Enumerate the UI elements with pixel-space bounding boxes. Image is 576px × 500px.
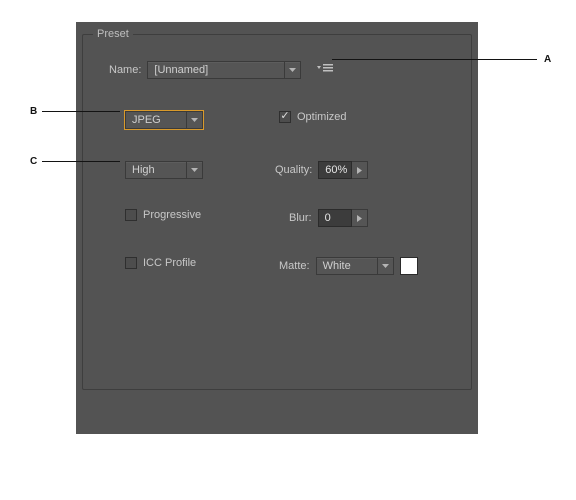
matte-row: Matte: White <box>279 257 418 275</box>
progressive-label: Progressive <box>143 209 201 221</box>
blur-label: Blur: <box>289 212 312 224</box>
format-value: JPEG <box>126 114 186 126</box>
icc-label: ICC Profile <box>143 257 196 269</box>
matte-value: White <box>317 260 377 272</box>
chevron-down-icon <box>284 62 300 78</box>
chevron-down-icon <box>377 258 393 274</box>
format-dropdown[interactable]: JPEG <box>125 111 203 129</box>
quality-preset-dropdown[interactable]: High <box>125 161 203 179</box>
matte-label: Matte: <box>279 260 310 272</box>
matte-swatch[interactable] <box>400 257 418 275</box>
blur-input-group: 0 <box>318 209 368 227</box>
quality-row: Quality: 60% <box>275 161 368 179</box>
preset-menu-icon <box>317 61 333 75</box>
chevron-right-icon <box>357 215 362 222</box>
name-value: [Unnamed] <box>148 64 284 76</box>
icc-row[interactable]: ICC Profile <box>125 257 196 269</box>
fieldset-legend: Preset <box>93 28 133 40</box>
callout-b: B <box>30 106 37 117</box>
chevron-right-icon <box>357 167 362 174</box>
callout-c: C <box>30 156 37 167</box>
quality-preset-row: High <box>125 161 203 179</box>
callout-b-line <box>42 111 120 112</box>
blur-stepper[interactable] <box>352 209 368 227</box>
quality-stepper[interactable] <box>352 161 368 179</box>
quality-input[interactable]: 60% <box>318 161 352 179</box>
name-row: Name: [Unnamed] <box>109 61 301 79</box>
chevron-down-icon <box>186 162 202 178</box>
callout-a: A <box>544 54 551 65</box>
optimized-row[interactable]: Optimized <box>279 111 347 123</box>
quality-label: Quality: <box>275 164 312 176</box>
name-dropdown[interactable]: [Unnamed] <box>147 61 301 79</box>
optimized-label: Optimized <box>297 111 347 123</box>
preset-fieldset: Preset Name: [Unnamed] JPEG <box>82 34 472 390</box>
callout-c-line <box>42 161 120 162</box>
optimized-checkbox[interactable] <box>279 111 291 123</box>
preset-menu-button[interactable] <box>317 61 333 75</box>
callout-a-line <box>332 59 537 60</box>
format-row: JPEG <box>125 111 203 129</box>
progressive-checkbox[interactable] <box>125 209 137 221</box>
chevron-down-icon <box>186 112 202 128</box>
icc-checkbox[interactable] <box>125 257 137 269</box>
name-label: Name: <box>109 64 141 76</box>
blur-row: Blur: 0 <box>289 209 368 227</box>
quality-input-group: 60% <box>318 161 368 179</box>
matte-dropdown[interactable]: White <box>316 257 394 275</box>
blur-input[interactable]: 0 <box>318 209 352 227</box>
quality-preset-value: High <box>126 164 186 176</box>
progressive-row[interactable]: Progressive <box>125 209 201 221</box>
preset-panel: Preset Name: [Unnamed] JPEG <box>76 22 478 434</box>
